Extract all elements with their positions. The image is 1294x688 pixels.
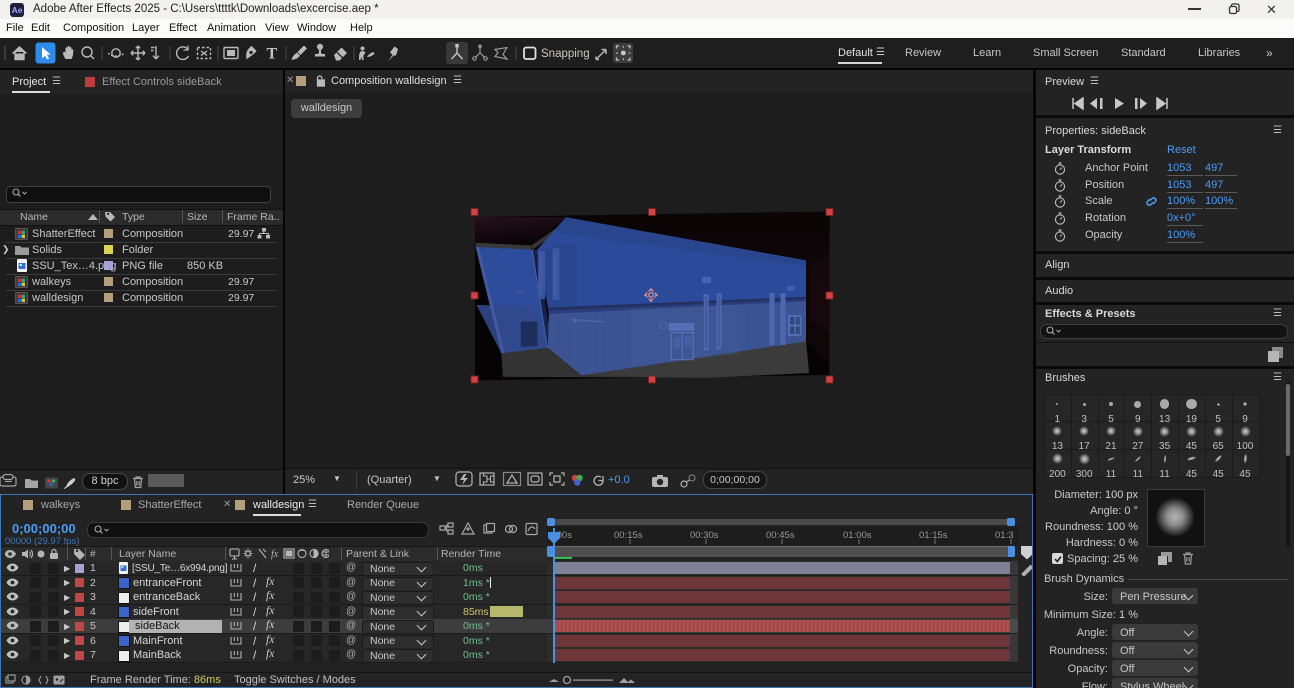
svg-text:Snapping: Snapping	[541, 48, 590, 60]
svg-text:fx: fx	[271, 549, 279, 560]
